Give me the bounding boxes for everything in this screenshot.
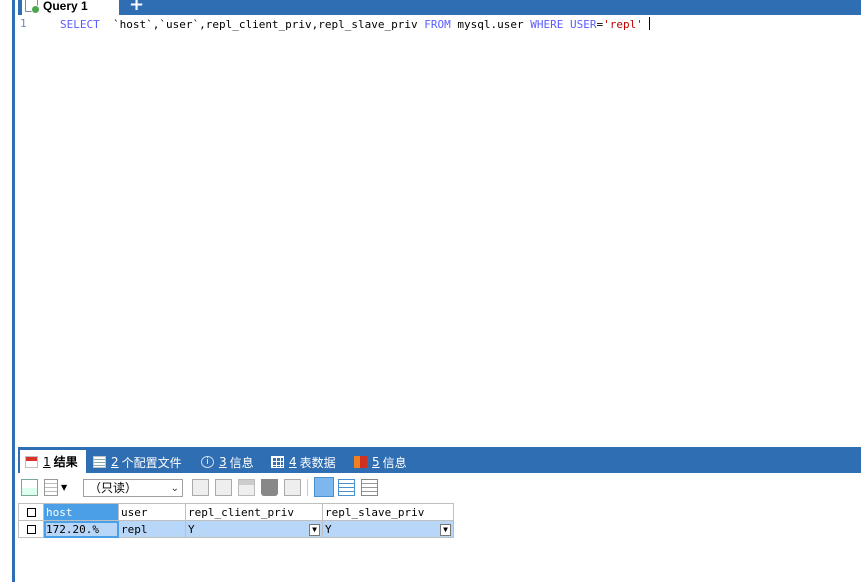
save-icon[interactable]	[238, 479, 255, 496]
tab-messages-label: 信息	[229, 455, 254, 470]
results-grid-icon	[25, 455, 38, 468]
line-gutter: 1	[18, 15, 36, 447]
tab-profiles-number: 2	[111, 455, 119, 469]
cell-user[interactable]: repl	[118, 520, 186, 538]
select-chevron-icon: ⌄	[170, 483, 179, 494]
column-header-user[interactable]: user	[118, 503, 186, 521]
delete-icon[interactable]	[261, 479, 278, 496]
new-query-button[interactable]: +	[129, 0, 144, 15]
text-view-icon[interactable]	[361, 479, 378, 496]
table-data-icon	[271, 456, 284, 468]
chevron-down-icon[interactable]: ▼	[61, 479, 70, 496]
table-row[interactable]: 172.20.% repl Y ▼ Y ▼	[18, 520, 454, 538]
export-icon[interactable]	[21, 479, 38, 496]
info-chart-icon	[354, 456, 367, 468]
column-header-repl-slave-priv[interactable]: repl_slave_priv	[322, 503, 454, 521]
tab-messages[interactable]: i 3 信息	[196, 451, 254, 473]
read-only-mode-select[interactable]: （只读） ⌄	[83, 479, 183, 497]
tab-info[interactable]: 5 信息	[349, 451, 407, 473]
tab-table-data[interactable]: 4 表数据	[266, 451, 336, 473]
chevron-down-icon[interactable]: ▼	[440, 523, 451, 536]
sql-keyword-where: WHERE	[530, 18, 564, 31]
cell-host[interactable]: 172.20.%	[43, 520, 119, 538]
form-view-icon[interactable]	[338, 479, 355, 496]
text-caret	[648, 17, 650, 30]
sql-editor[interactable]: 1 SELECT `host`,`user`,repl_client_priv,…	[18, 15, 861, 447]
sql-keyword-from: FROM	[424, 18, 451, 31]
tab-profiles[interactable]: 2 个配置文件	[88, 451, 182, 473]
tab-results[interactable]: 1 结果	[20, 450, 86, 473]
tab-messages-number: 3	[219, 455, 227, 469]
column-header-host[interactable]: host	[43, 503, 119, 521]
sql-keyword-select: SELECT	[60, 18, 100, 31]
tab-results-label: 结果	[53, 455, 78, 469]
results-toolbar: ▼ （只读） ⌄	[18, 473, 861, 501]
sql-code-line[interactable]: SELECT `host`,`user`,repl_client_priv,re…	[60, 17, 650, 32]
sql-table: mysql.user	[450, 18, 531, 31]
tab-info-label: 信息	[382, 455, 407, 470]
sql-columns: `host`,`user`,repl_client_priv,repl_slav…	[99, 18, 425, 31]
discard-changes-icon[interactable]	[284, 479, 301, 496]
checkbox-icon	[26, 525, 36, 534]
cell-repl-slave-priv-value: Y	[325, 522, 332, 536]
tab-results-number: 1	[43, 454, 51, 469]
query-icon	[25, 0, 40, 14]
tab-table-data-label: 表数据	[299, 455, 336, 470]
select-all-checkbox[interactable]	[18, 503, 44, 521]
cell-repl-slave-priv[interactable]: Y ▼	[322, 520, 454, 538]
result-tab-bar: 1 结果 2 个配置文件 i 3 信息 4 表数据 5 信息	[18, 447, 861, 473]
cell-repl-client-priv[interactable]: Y ▼	[185, 520, 323, 538]
duplicate-row-icon[interactable]	[215, 479, 232, 496]
grid-view-icon[interactable]	[314, 477, 334, 497]
chevron-down-icon[interactable]: ▼	[309, 523, 320, 536]
sql-where-field: USER	[563, 18, 597, 31]
query-tab[interactable]: Query 1	[22, 0, 119, 15]
insert-row-icon[interactable]	[192, 479, 209, 496]
tab-profiles-label: 个配置文件	[121, 455, 182, 470]
profile-icon	[93, 456, 106, 468]
row-checkbox[interactable]	[18, 520, 44, 538]
tab-table-data-number: 4	[289, 455, 297, 469]
info-icon: i	[201, 456, 214, 468]
read-only-mode-value: （只读）	[89, 481, 138, 495]
line-number: 1	[20, 17, 27, 30]
query-tab-title: Query 1	[43, 0, 88, 13]
checkbox-icon	[26, 508, 36, 517]
column-header-repl-client-priv[interactable]: repl_client_priv	[185, 503, 323, 521]
result-grid: host user repl_client_priv repl_slave_pr…	[18, 503, 454, 538]
sql-string-value: 'repl'	[603, 18, 643, 31]
left-edge-bar	[0, 0, 15, 582]
grid-header-row: host user repl_client_priv repl_slave_pr…	[18, 503, 454, 521]
query-tab-bar: Query 1 +	[18, 0, 861, 15]
tab-info-number: 5	[372, 455, 380, 469]
toolbar-separator	[307, 479, 308, 496]
grid-options-icon[interactable]	[44, 479, 58, 496]
cell-repl-client-priv-value: Y	[188, 522, 195, 536]
